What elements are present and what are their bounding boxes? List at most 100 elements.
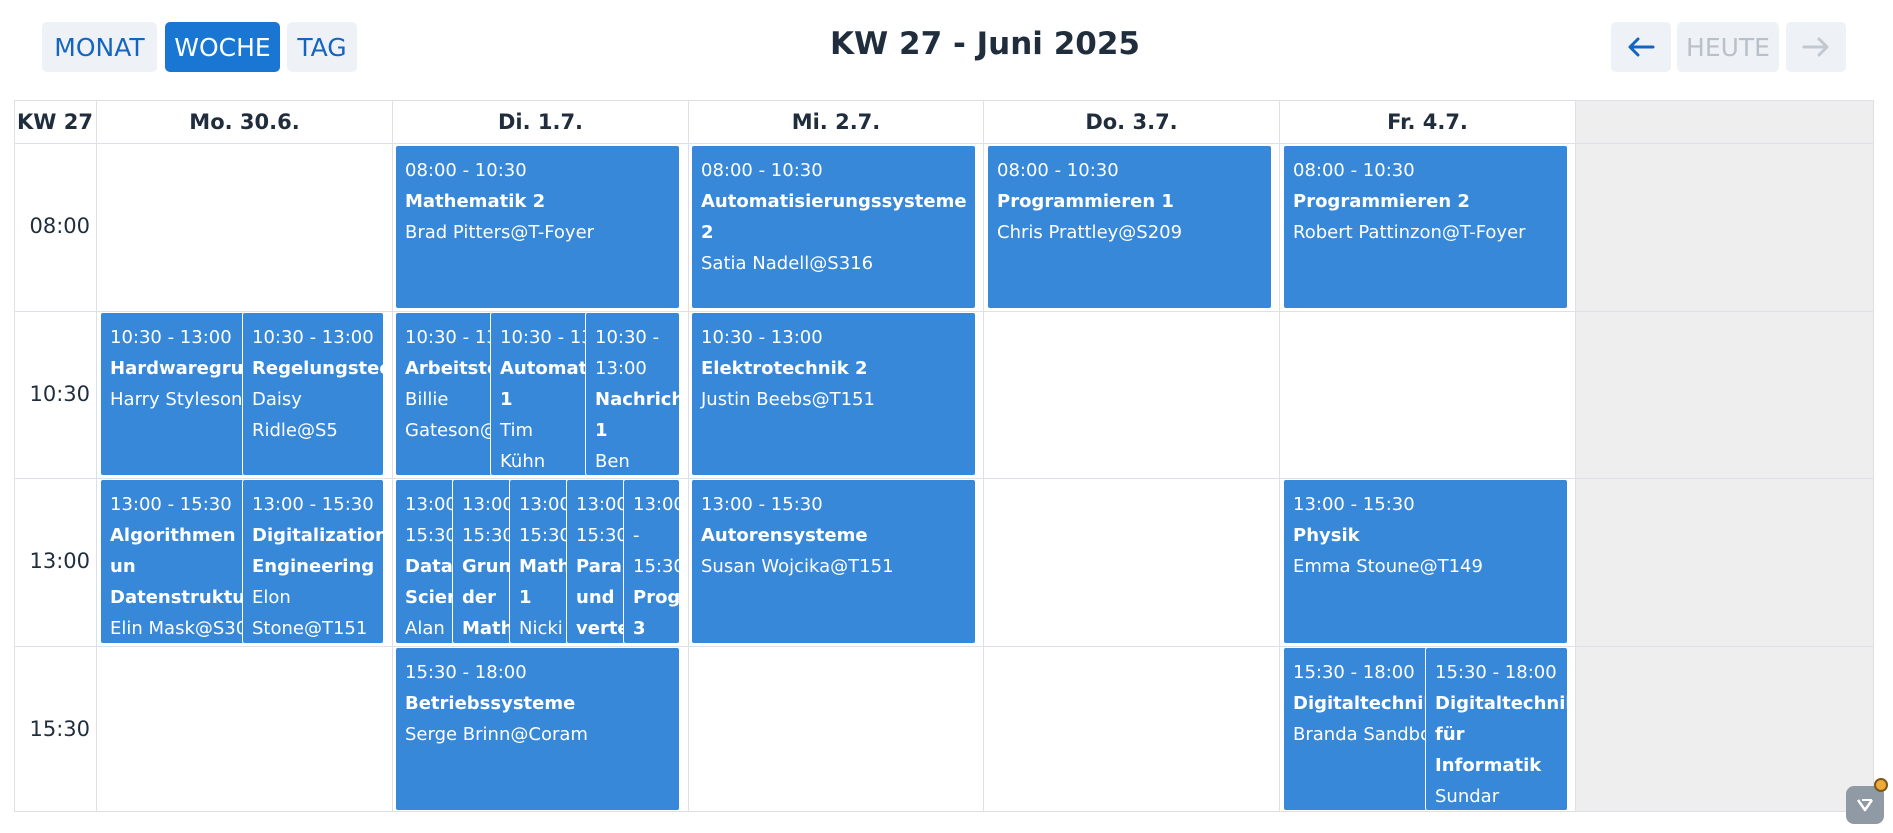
calendar-event[interactable]: 08:00 - 10:30 Programmieren 1 Chris Prat… [987,145,1272,309]
calendar-event[interactable]: 08:00 - 10:30 Mathematik 2 Brad Pitters@… [395,145,680,309]
event-title: Programmieren 2 [1293,191,1470,212]
event-time: 08:00 - 10:30 [997,160,1119,181]
event-title: Hardwaregrund [110,358,244,379]
event-room: Justin Beebs@T151 [701,389,875,410]
day-header[interactable]: Mo. 30.6. [97,100,392,143]
event-time: 15:30 - 18:00 [405,662,527,683]
event-room: Chris Prattley@S209 [997,222,1183,243]
today-button[interactable]: HEUTE [1677,22,1779,72]
time-label: 08:00 [29,214,90,238]
calendar-event[interactable]: 13:00 15:30 Grun der Math [452,479,511,644]
calendar-event[interactable]: 10:30 - 13:00 Elektrotechnik 2 Justin Be… [691,312,976,476]
event-title: Betriebssysteme [405,693,576,714]
calendar-event[interactable]: 13:00 15:30 Math 1 Nicki [509,479,568,644]
event-time: 13:00 - 15:30 [110,494,232,515]
event-title: Automatisierungssysteme 2 [701,191,967,243]
month-view-button[interactable]: MONAT [42,22,157,72]
notification-dot [1874,778,1888,792]
next-week-button[interactable] [1786,22,1846,72]
event-title: Nachricht 1 [595,389,679,441]
event-time: 13:00 15:30 [405,494,454,546]
event-room: Serge Brinn@Coram [405,724,588,745]
previous-week-button[interactable] [1611,22,1671,72]
arrow-left-icon [1628,37,1655,57]
time-label: 10:30 [29,382,90,406]
event-room: Robert Pattinzon@T-Foyer [1293,222,1526,243]
calendar-event[interactable]: 13:00 - 15:30 Algorithmen un Datenstrukt… [100,479,245,644]
grid-line [14,143,1874,144]
event-room: Satia Nadell@S316 [701,253,874,274]
calendar-event[interactable]: 15:30 - 18:00 Digitaltechnik Branda Sand… [1283,647,1428,811]
calendar-event[interactable]: 10:30 - 13:00 Nachricht 1 Ben [585,312,680,476]
grid-line [688,100,689,812]
calendar-event[interactable]: 15:30 - 18:00 Digitaltechnik für Informa… [1425,647,1568,811]
event-time: 13:00 - 15:30 [252,494,374,515]
event-time: 13:00 - 15:30 [701,494,823,515]
grid-line [14,646,1874,647]
calendar-event[interactable]: 08:00 - 10:30 Programmieren 2 Robert Pat… [1283,145,1568,309]
chevron-down-icon [1856,799,1874,812]
event-room: Ben [595,451,630,472]
calendar-event[interactable]: 10:30 - 13 Automatis 1 Tim Kühn [490,312,588,476]
event-title: Digitalization Engineering [252,525,384,577]
event-room: Susan Wojcika@T151 [701,556,894,577]
calendar-event[interactable]: 10:30 - 13:00 Regelungstechn Daisy Ridle… [242,312,384,476]
event-room: Nicki [519,618,563,639]
event-title: Physik [1293,525,1360,546]
event-room: Alan [405,618,445,639]
event-room: Tim Kühn [500,420,546,472]
event-time: 13:00 15:30 [576,494,625,546]
calendar-event[interactable]: 15:30 - 18:00 Betriebssysteme Serge Brin… [395,647,680,811]
event-room: Harry Styleson@ [110,389,244,410]
calendar-event[interactable]: 13:00 15:30 Parall und vertei [566,479,625,644]
event-title: Autorensysteme [701,525,868,546]
event-time: 15:30 - 18:00 [1435,662,1557,683]
event-title: Programmieren 1 [997,191,1174,212]
event-time: 08:00 - 10:30 [1293,160,1415,181]
calendar-event[interactable]: 10:30 - 13: Arbeitstec Billie Gateson@ [395,312,493,476]
calendar-event[interactable]: 13:00 15:30 Data Scien Alan [395,479,454,644]
day-header[interactable]: Di. 1.7. [393,100,688,143]
arrow-right-icon [1802,37,1829,57]
event-time: 10:30 - 13: [405,327,492,348]
event-room: Daisy Ridle@S5 [252,389,338,441]
event-title: Progr 3 [633,587,680,639]
week-view-button[interactable]: WOCHE [165,22,280,72]
event-title: Math 1 [519,556,568,608]
calendar-event[interactable]: 13:00 - 15:30 Physik Emma Stoune@T149 [1283,479,1568,644]
grid-line [96,100,97,812]
event-title: Arbeitstec [405,358,492,379]
calendar-event[interactable]: 13:00 - 15:30 Progr 3 [623,479,680,644]
day-view-button[interactable]: TAG [287,22,357,72]
event-time: 13:00 - 15:30 [633,494,680,577]
event-room: Emma Stoune@T149 [1293,556,1483,577]
event-time: 13:00 15:30 [519,494,568,546]
event-time: 10:30 - 13:00 [701,327,823,348]
grid-line [1575,100,1576,812]
event-title: Digitaltechnik für Informatik [1435,693,1568,776]
grid-line [392,100,393,812]
day-header[interactable]: Mi. 2.7. [689,100,983,143]
day-header[interactable]: Do. 3.7. [984,100,1279,143]
event-time: 13:00 - 15:30 [1293,494,1415,515]
calendar-event[interactable]: 13:00 - 15:30 Digitalization Engineering… [242,479,384,644]
event-title: Parall und vertei [576,556,624,639]
event-title: Elektrotechnik 2 [701,358,868,379]
event-room: Billie Gateson@ [405,389,493,441]
event-title: Automatis 1 [500,358,588,410]
calendar-event[interactable]: 10:30 - 13:00 Hardwaregrund Harry Styles… [100,312,245,476]
event-title: Mathematik 2 [405,191,546,212]
event-time: 10:30 - 13:00 [110,327,232,348]
event-time: 08:00 - 10:30 [405,160,527,181]
event-title: Regelungstechn [252,358,383,379]
event-time: 10:30 - 13:00 [252,327,374,348]
day-header[interactable]: Fr. 4.7. [1280,100,1575,143]
calendar-event[interactable]: 08:00 - 10:30 Automatisierungssysteme 2 … [691,145,976,309]
event-time: 10:30 - 13 [500,327,588,348]
grid-line [1279,100,1280,812]
calendar-event[interactable]: 13:00 - 15:30 Autorensysteme Susan Wojci… [691,479,976,644]
event-title: Algorithmen un Datenstrukturen [110,525,245,608]
event-time: 08:00 - 10:30 [701,160,823,181]
event-room: Branda Sandboo [1293,724,1428,745]
event-room: Sundar Patje@Coram [1435,786,1500,807]
